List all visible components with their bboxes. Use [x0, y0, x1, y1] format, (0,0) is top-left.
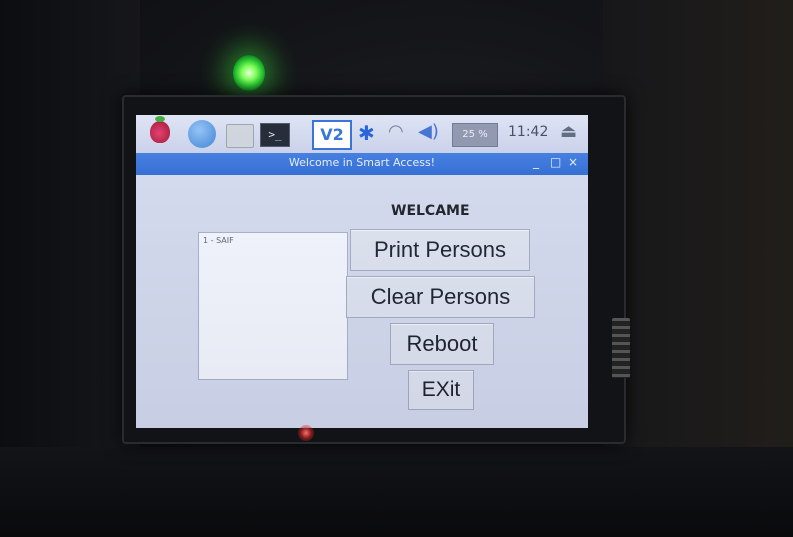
window-body: WELCAME 1 - SAIF Print Persons Clear Per…: [136, 175, 588, 428]
persons-listbox[interactable]: 1 - SAIF: [198, 232, 348, 380]
raspberry-pi-menu-icon[interactable]: [150, 116, 170, 143]
vnc-icon[interactable]: V2: [312, 120, 352, 150]
background-floor: [0, 447, 793, 537]
clear-persons-button[interactable]: Clear Persons: [346, 276, 535, 318]
reboot-button[interactable]: Reboot: [390, 323, 494, 365]
window-titlebar[interactable]: Welcome in Smart Access! _ □ ×: [136, 153, 588, 175]
close-button[interactable]: ×: [568, 155, 578, 169]
list-item[interactable]: 1 - SAIF: [203, 236, 234, 245]
bluetooth-icon[interactable]: ✱: [358, 121, 375, 145]
exit-button[interactable]: EXit: [408, 370, 474, 410]
maximize-button[interactable]: □: [550, 155, 561, 169]
eject-icon[interactable]: ⏏: [560, 121, 577, 142]
side-connector: [612, 318, 630, 378]
green-status-led: [233, 55, 265, 91]
volume-icon[interactable]: ◀): [418, 121, 439, 142]
touch-screen: >_ V2 ✱ ◠ ◀) 25 % 11:42 ⏏ Welcome in Sma…: [136, 115, 588, 428]
print-persons-button[interactable]: Print Persons: [350, 229, 530, 271]
window-title: Welcome in Smart Access!: [288, 156, 436, 169]
welcome-heading: WELCAME: [391, 203, 470, 219]
folder-icon[interactable]: [226, 124, 254, 148]
red-indicator-light: [298, 425, 314, 441]
minimize-button[interactable]: _: [533, 155, 539, 169]
globe-browser-icon[interactable]: [188, 120, 216, 148]
taskbar: >_ V2 ✱ ◠ ◀) 25 % 11:42 ⏏: [136, 115, 588, 153]
clock[interactable]: 11:42: [508, 124, 548, 140]
wifi-icon[interactable]: ◠: [388, 121, 404, 142]
cpu-monitor-icon[interactable]: 25 %: [452, 123, 498, 147]
terminal-icon[interactable]: >_: [260, 123, 290, 147]
